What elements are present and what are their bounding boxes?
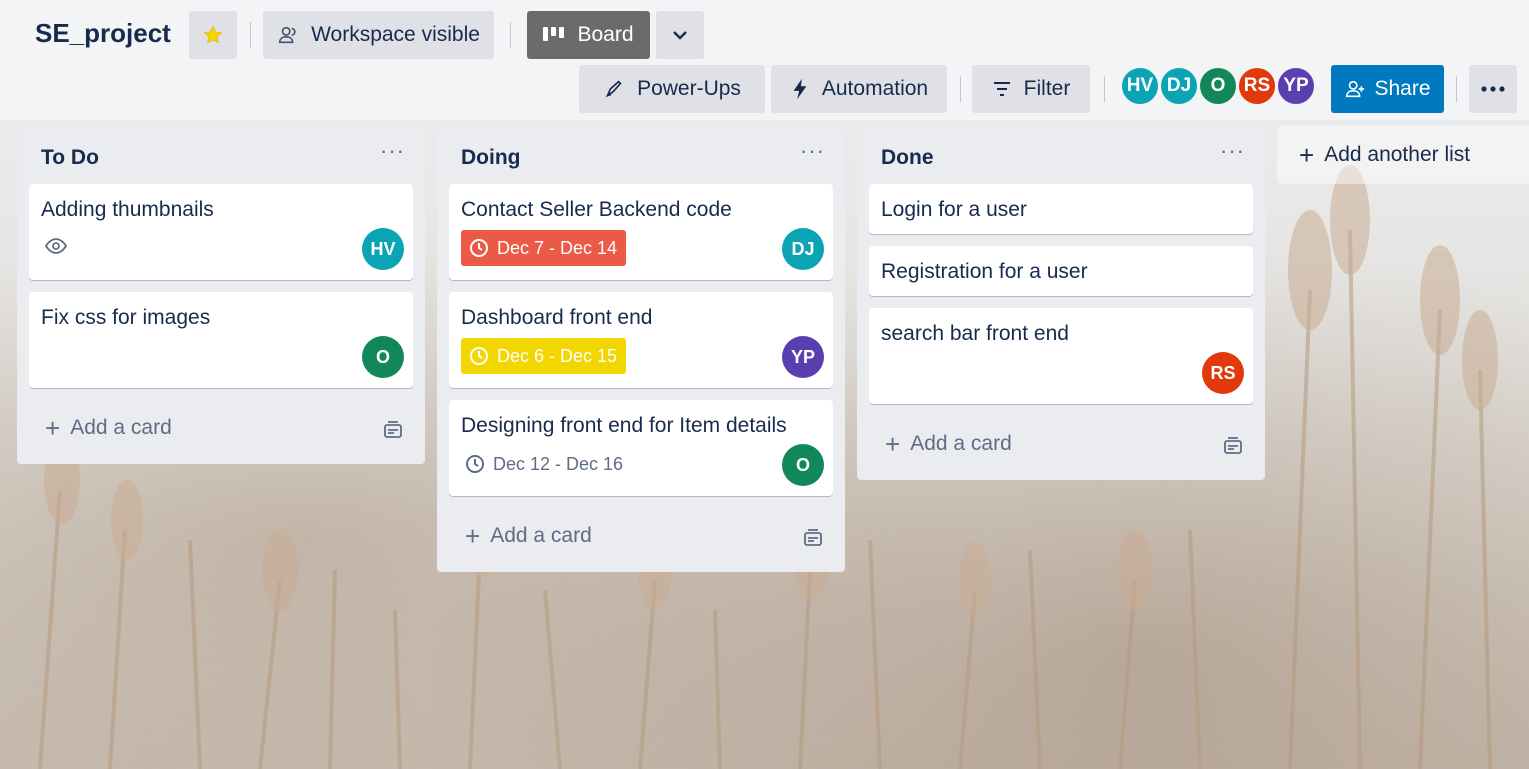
more-icon — [1481, 86, 1505, 92]
star-button[interactable] — [189, 11, 237, 59]
plus-icon: + — [885, 429, 901, 459]
filter-button[interactable]: Filter — [972, 65, 1090, 113]
clock-icon — [470, 239, 488, 257]
card-title: Registration for a user — [881, 260, 1088, 283]
add-person-icon — [1346, 80, 1365, 98]
add-list-label: Add another list — [1324, 143, 1471, 166]
board-title[interactable]: SE_project — [35, 18, 171, 49]
due-date-badge[interactable]: Dec 7 - Dec 14 — [461, 230, 627, 266]
card[interactable]: Dashboard front end Dec 6 - Dec 15 YP — [449, 292, 833, 388]
add-card-label: Add a card — [490, 524, 592, 547]
list-done: Done ··· Login for a user Registration f… — [857, 126, 1265, 480]
star-icon — [203, 25, 223, 44]
workspace-visible-label: Workspace visible — [311, 23, 480, 46]
divider — [960, 76, 961, 102]
clock-icon — [466, 455, 484, 473]
plus-icon: + — [465, 521, 481, 551]
list-menu-icon[interactable]: ··· — [380, 138, 405, 164]
card-member-avatar[interactable]: RS — [1202, 352, 1244, 394]
divider — [1104, 76, 1105, 102]
list-header: Doing ··· — [437, 126, 845, 184]
card-template-icon[interactable] — [1223, 436, 1243, 456]
add-card-button[interactable]: + Add a card — [857, 416, 1265, 480]
chevron-down-icon — [673, 31, 687, 40]
member-avatar[interactable]: YP — [1276, 66, 1316, 106]
card-title: Adding thumbnails — [41, 198, 214, 221]
board-header: SE_project Workspace visible Board Power… — [0, 0, 1529, 120]
card-title: Fix css for images — [41, 306, 211, 329]
list-menu-icon[interactable]: ··· — [800, 138, 825, 164]
eye-icon — [45, 238, 67, 254]
add-list-button[interactable]: + Add another list — [1277, 126, 1529, 184]
list-header: To Do ··· — [17, 126, 425, 184]
rocket-icon — [605, 80, 622, 98]
due-date-badge[interactable]: Dec 6 - Dec 15 — [461, 338, 627, 374]
automation-button[interactable]: Automation — [771, 65, 947, 113]
divider — [1456, 76, 1457, 102]
card[interactable]: Adding thumbnails HV — [29, 184, 413, 280]
card-title: search bar front end — [881, 322, 1069, 345]
people-icon — [279, 26, 296, 44]
card-template-icon[interactable] — [383, 420, 403, 440]
card-member-avatar[interactable]: DJ — [782, 228, 824, 270]
board-view-label: Board — [577, 23, 634, 46]
card-title: Dashboard front end — [461, 306, 653, 329]
card[interactable]: Login for a user — [869, 184, 1253, 234]
filter-icon — [993, 82, 1010, 96]
card[interactable]: Contact Seller Backend code Dec 7 - Dec … — [449, 184, 833, 280]
board-view-button[interactable]: Board — [527, 11, 650, 59]
card-member-avatar[interactable]: O — [362, 336, 404, 378]
list-header: Done ··· — [857, 126, 1265, 184]
list-doing: Doing ··· Contact Seller Backend code De… — [437, 126, 845, 572]
member-avatar[interactable]: DJ — [1159, 66, 1199, 106]
clock-icon — [470, 347, 488, 365]
filter-label: Filter — [1023, 77, 1071, 100]
card-title: Contact Seller Backend code — [461, 198, 732, 221]
power-ups-label: Power-Ups — [637, 77, 741, 100]
workspace-visible-button[interactable]: Workspace visible — [263, 11, 494, 59]
card-template-icon[interactable] — [803, 528, 823, 548]
card[interactable]: search bar front end RS — [869, 308, 1253, 404]
list-title[interactable]: To Do — [41, 146, 99, 170]
add-card-button[interactable]: + Add a card — [437, 508, 845, 572]
add-card-button[interactable]: + Add a card — [17, 400, 425, 464]
add-card-label: Add a card — [70, 416, 172, 439]
plus-icon: + — [1299, 140, 1315, 170]
share-button[interactable]: Share — [1331, 65, 1444, 113]
board-menu-button[interactable] — [1469, 65, 1517, 113]
list-title[interactable]: Done — [881, 146, 934, 170]
card-title: Designing front end for Item details — [461, 414, 787, 437]
plus-icon: + — [45, 413, 61, 443]
divider — [250, 22, 251, 48]
card-member-avatar[interactable]: YP — [782, 336, 824, 378]
card[interactable]: Designing front end for Item details Dec… — [449, 400, 833, 496]
card[interactable]: Fix css for images O — [29, 292, 413, 388]
share-label: Share — [1374, 77, 1431, 100]
power-ups-button[interactable]: Power-Ups — [579, 65, 765, 113]
member-avatar[interactable]: O — [1198, 66, 1238, 106]
lightning-icon — [793, 78, 807, 100]
list-to-do: To Do ··· Adding thumbnails HV Fix css f… — [17, 126, 425, 464]
member-avatar[interactable]: RS — [1237, 66, 1277, 106]
list-menu-icon[interactable]: ··· — [1220, 138, 1245, 164]
due-date-badge[interactable]: Dec 12 - Dec 16 — [461, 446, 632, 482]
card-member-avatar[interactable]: O — [782, 444, 824, 486]
add-card-label: Add a card — [910, 432, 1012, 455]
list-title[interactable]: Doing — [461, 146, 520, 170]
divider — [510, 22, 511, 48]
card-member-avatar[interactable]: HV — [362, 228, 404, 270]
automation-label: Automation — [821, 77, 929, 100]
view-switcher-dropdown[interactable] — [656, 11, 704, 59]
member-avatar[interactable]: HV — [1120, 66, 1160, 106]
board-icon — [543, 27, 565, 41]
card[interactable]: Registration for a user — [869, 246, 1253, 296]
card-title: Login for a user — [881, 198, 1027, 221]
